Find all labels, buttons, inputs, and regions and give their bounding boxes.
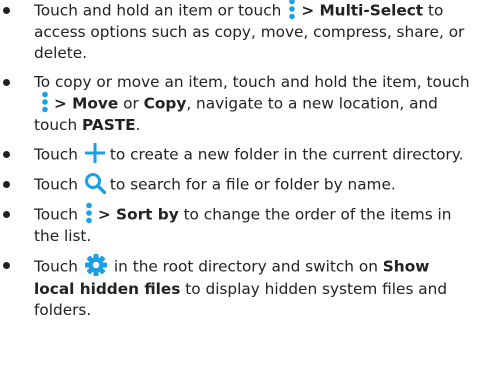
button-label: PASTE: [82, 116, 136, 134]
menu-path: > Sort by: [97, 205, 179, 224]
list-item: Touch in the root directory and switch o…: [0, 254, 481, 321]
item-text: in the root directory and switch on: [113, 257, 378, 276]
bullet: [3, 79, 10, 86]
menu-path: > Multi-Select: [301, 1, 424, 20]
list-item: Touch and hold an item or touch > Multi-…: [0, 0, 481, 64]
item-text: to create a new folder in the current di…: [109, 145, 464, 164]
more-vertical-icon: [289, 0, 296, 20]
item-text: Touch: [34, 257, 78, 276]
bullet: [3, 151, 10, 158]
plus-icon: [84, 143, 105, 163]
item-text: Touch: [34, 175, 78, 194]
item-text: Touch and hold an item or touch: [34, 1, 282, 20]
menu-option: Copy: [143, 94, 187, 113]
search-icon: [84, 173, 106, 194]
item-text: Touch: [34, 205, 78, 224]
list-item: To copy or move an item, touch and hold …: [0, 72, 481, 136]
list-item: Touch > Sort by to change the order of t…: [0, 202, 481, 247]
instruction-list: Touch and hold an item or touch > Multi-…: [0, 0, 481, 329]
item-text: to change the order of the items in the …: [34, 205, 452, 246]
bullet: [3, 262, 10, 269]
item-text: to search for a file or folder by name.: [109, 175, 396, 194]
more-vertical-icon: [86, 202, 92, 224]
list-item: Touch to search for a file or folder by …: [0, 173, 481, 196]
item-text: or: [123, 94, 139, 113]
bullet: [3, 7, 10, 14]
menu-path: > Move: [54, 94, 119, 113]
item-text: .: [135, 116, 141, 134]
item-text: Touch: [34, 145, 78, 164]
item-text: To copy or move an item, touch and hold …: [34, 73, 470, 91]
list-item: Touch to create a new folder in the curr…: [0, 143, 481, 166]
more-vertical-icon: [42, 91, 48, 113]
bullet: [3, 181, 10, 188]
bullet: [3, 211, 10, 218]
gear-icon: [84, 254, 107, 276]
